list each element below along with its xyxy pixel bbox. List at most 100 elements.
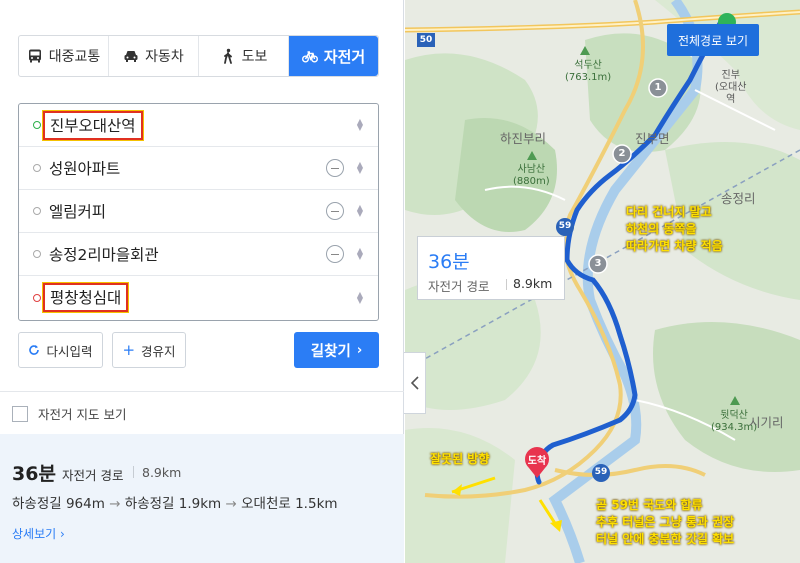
drag-handle-icon[interactable]: ▲ ▼ [356,161,364,175]
place-label: 사남산 (880m) [513,164,550,188]
route-search-panel: 대중교통 자동차 도보 자전거 진부오대산역 ▲ ▼ 성원아파트 ▲ ▼ 엘림커… [0,0,404,563]
waypoint-marker-3[interactable]: 3 [593,258,603,269]
detail-link[interactable]: 상세보기 › [12,525,65,542]
via-dot-icon [33,250,41,258]
end-dot-icon [33,293,41,302]
drag-handle-icon[interactable]: ▲ ▼ [356,118,364,132]
waypoint-label[interactable]: 성원아파트 [49,157,120,179]
waypoint-via[interactable]: 성원아파트 ▲ ▼ [19,147,378,190]
info-distance: 8.9km [513,276,553,291]
full-route-button[interactable]: 전체경로 보기 [667,24,759,56]
place-name: 진부 [721,70,740,81]
place-name: (오대산 [715,82,747,93]
remove-waypoint-icon[interactable] [326,159,344,177]
place-label: 시기리 [749,415,784,430]
remove-waypoint-icon[interactable] [326,245,344,263]
waypoint-via[interactable]: 송정2리마을회관 ▲ ▼ [19,233,378,276]
tab-walk[interactable]: 도보 [199,36,289,76]
separator [133,466,134,478]
waypoint-end[interactable]: 평창청심대 ▲ ▼ [19,276,378,319]
place-label: 하진부리 [500,131,547,146]
chevron-right-icon: › [356,342,363,358]
annotation-line: 따라가면 차량 적음 [626,239,723,253]
summary-mode: 자전거 경로 [62,468,124,483]
collapse-panel-button[interactable] [404,352,426,414]
remove-waypoint-icon[interactable] [326,202,344,220]
place-altitude: (763.1m) [565,72,612,83]
chevron-right-icon: › [60,527,65,541]
arrow-right-icon: → [109,496,121,512]
waypoint-via[interactable]: 엘림커피 ▲ ▼ [19,190,378,233]
divider [0,391,404,392]
tab-bike[interactable]: 자전거 [289,36,378,76]
arrow-right-icon: → [225,496,237,512]
drag-handle-icon[interactable]: ▲ ▼ [356,247,364,261]
place-label: 진부 (오대산 역 [715,70,747,106]
path-segment: 하송정길 964m [12,496,105,512]
bike-map-checkbox[interactable] [12,405,28,422]
waypoint-marker-1[interactable]: 1 [653,82,663,93]
annotation-line: 터널 안에 충분한 갓길 확보 [596,532,735,546]
summary-time: 36분 [12,463,56,485]
refresh-icon [29,345,40,355]
via-dot-icon [33,207,41,215]
via-dot-icon [33,164,41,172]
separator [506,279,507,290]
waypoint-start[interactable]: 진부오대산역 ▲ ▼ [19,104,378,147]
add-via-label: 경유지 [141,343,176,359]
drag-handle-icon[interactable]: ▲ ▼ [356,204,364,218]
bike-map-label: 자전거 지도 보기 [38,407,127,422]
tab-car-label: 자동차 [145,49,184,65]
waypoint-label[interactable]: 송정2리마을회관 [49,243,159,265]
tab-transit-label: 대중교통 [48,49,101,65]
info-time: 36분 [428,251,470,273]
tab-transit[interactable]: 대중교통 [19,36,109,76]
road-shield-59: 59 [594,467,608,477]
reset-label: 다시입력 [46,343,93,359]
annotation-bridge: 다리 건너지 말고 하천의 동쪽을 따라가면 차량 적음 [626,204,723,255]
tab-walk-label: 도보 [241,49,268,65]
place-name: 역 [726,94,736,105]
reset-button[interactable]: 다시입력 [18,332,103,368]
transport-mode-tabs: 대중교통 자동차 도보 자전거 [18,35,379,77]
detail-link-label: 상세보기 [12,527,57,541]
waypoint-label[interactable]: 진부오대산역 [42,109,144,141]
annotation-line: 곧 59번 국도와 합류 [596,498,703,512]
add-via-button[interactable]: + 경유지 [112,332,186,368]
path-segment: 하송정길 1.9km [124,496,222,512]
waypoint-label[interactable]: 엘림커피 [49,200,106,222]
annotation-line: 하천의 동쪽을 [626,222,697,236]
annotation-line: 추후 터널은 그냥 통과 권장 [596,515,735,529]
car-icon [124,51,138,62]
annotation-arrows [451,476,562,532]
search-label: 길찾기 [310,343,351,360]
annotation-wrong-way: 잘못된 방향 [430,452,490,466]
place-altitude: (880m) [513,176,550,187]
walk-icon [223,48,232,64]
waypoint-marker-2[interactable]: 2 [617,148,627,159]
annotation-line: 다리 건너지 말고 [626,205,712,219]
place-label: 송정리 [721,191,756,206]
waypoint-list: 진부오대산역 ▲ ▼ 성원아파트 ▲ ▼ 엘림커피 ▲ ▼ 송정2리마을회관 ▲ ▼ 평… [18,103,379,321]
road-shield-59: 59 [558,221,572,231]
bicycle-icon [301,51,318,63]
search-route-button[interactable]: 길찾기 › [294,332,379,368]
route-info-card: 36분 자전거 경로 8.9km [417,236,565,300]
tab-car[interactable]: 자동차 [109,36,199,76]
bike-map-toggle[interactable]: 자전거 지도 보기 [12,404,126,423]
place-name: 석두산 [574,60,602,71]
road-shield-50: 50 [419,35,433,45]
waypoint-label[interactable]: 평창청심대 [41,282,130,313]
bus-icon [28,49,41,63]
chevron-left-icon [410,376,419,390]
destination-pin[interactable]: 도착 [525,452,549,467]
summary-path: 하송정길 964m → 하송정길 1.9km → 오대천로 1.5km [12,492,338,512]
place-label: 진부면 [635,131,670,146]
annotation-note: 곧 59번 국도와 합류 추후 터널은 그냥 통과 권장 터널 안에 충분한 갓… [596,497,734,548]
drag-handle-icon[interactable]: ▲ ▼ [356,290,364,304]
plus-icon: + [122,341,136,359]
info-mode: 자전거 경로 [428,279,490,294]
place-label: 석두산 (763.1m) [565,60,611,84]
tab-bike-label: 자전거 [323,47,366,66]
summary-distance: 8.9km [142,465,182,480]
